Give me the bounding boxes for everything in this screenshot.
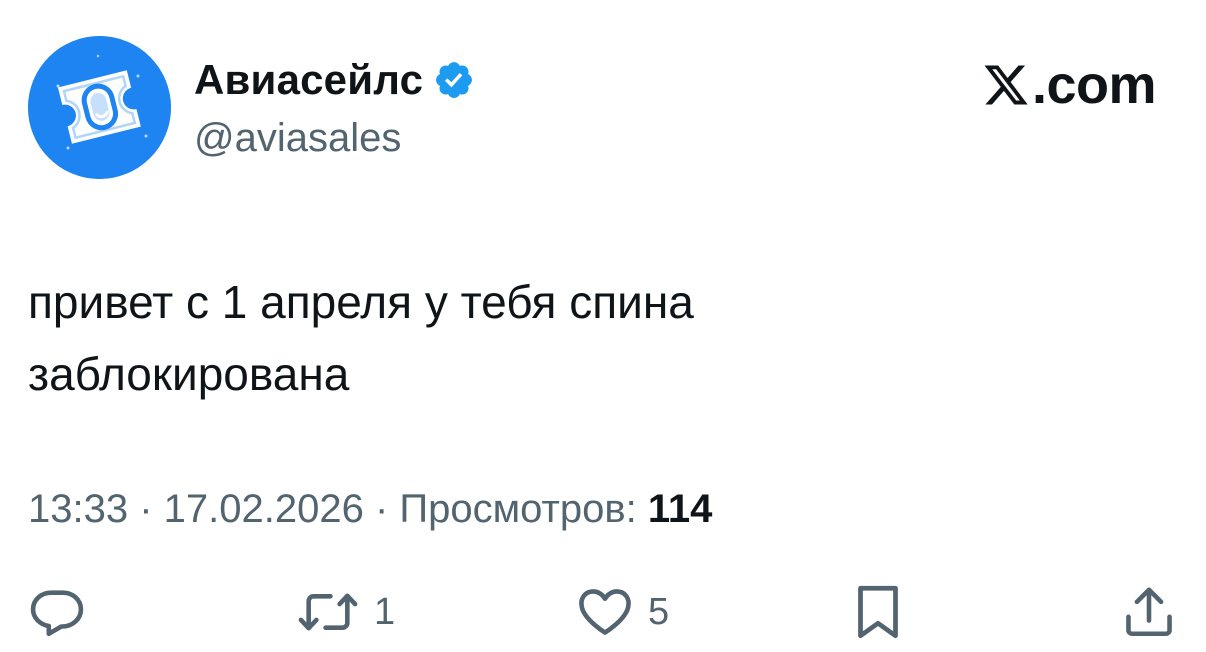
author-handle[interactable]: @aviasales [194,114,401,162]
retweet-count: 1 [374,591,396,633]
brand-domain-text: .com [1031,55,1157,115]
retweet-icon [296,583,360,641]
tweet-card: Авиасейлс @aviasales .com привет с 1 апр… [0,0,1206,652]
x-logo-icon [982,61,1030,109]
views-label: Просмотров: [399,487,637,531]
author-display-name[interactable]: Авиасейлс [194,56,423,104]
reply-button[interactable] [28,580,86,644]
bookmark-icon [852,582,904,642]
tweet-date[interactable]: 17.02.2026 [164,487,364,531]
reply-bubble-icon [28,583,86,641]
tweet-actions: 1 5 [0,580,1206,644]
views-count: 114 [647,487,713,531]
author-name-row: Авиасейлс [194,56,475,104]
tweet-text: привет с 1 апреля у тебя спина заблокиро… [28,276,694,400]
meta-separator: · [363,487,400,531]
x-com-brand: .com [982,55,1157,115]
verified-badge-icon [433,59,475,101]
like-button[interactable]: 5 [576,580,669,644]
bookmark-button[interactable] [852,580,904,644]
tweet-time[interactable]: 13:33 [28,487,128,531]
share-button[interactable] [1120,580,1178,644]
heart-icon [576,583,634,641]
avatar[interactable] [28,36,171,179]
like-count: 5 [648,591,670,633]
meta-separator: · [128,487,164,531]
aviasales-ticket-icon [28,36,171,179]
retweet-button[interactable]: 1 [296,580,395,644]
share-icon [1120,583,1178,641]
tweet-meta: 13:33 · 17.02.2026 · Просмотров: 114 [28,484,712,534]
